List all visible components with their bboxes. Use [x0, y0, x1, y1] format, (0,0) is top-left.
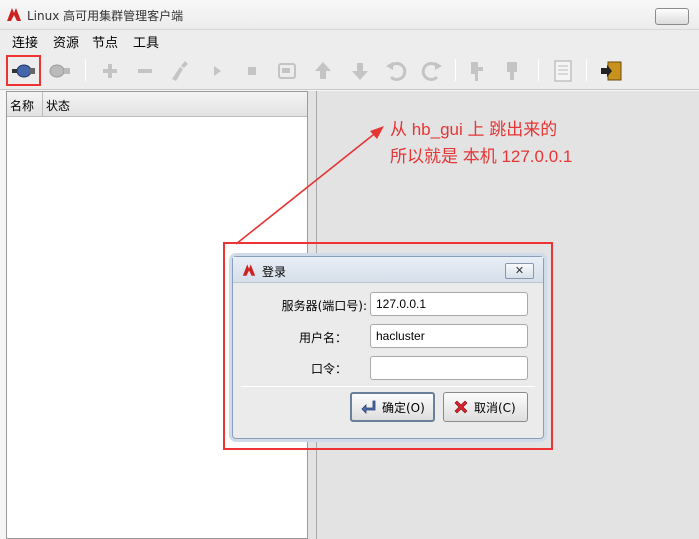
server-label: 服务器(端口号): [281, 299, 367, 313]
migrate-icon[interactable] [274, 58, 300, 84]
active-icon[interactable] [500, 58, 526, 84]
column-name[interactable]: 名称 [10, 97, 34, 114]
move-up-icon[interactable] [310, 58, 336, 84]
cancel-button-label: 取消(C) [474, 400, 516, 415]
app-logo-icon [242, 264, 256, 276]
undo-icon[interactable] [383, 58, 409, 84]
close-icon: ✕ [514, 264, 525, 277]
toolbar-separator [586, 59, 587, 81]
connect-icon[interactable] [10, 58, 36, 84]
ok-button[interactable]: 确定(O) [350, 392, 435, 422]
menu-node[interactable]: 节点 [92, 32, 118, 51]
menubar: 连接 资源 节点 工具 [0, 30, 699, 51]
cleanup-icon[interactable] [167, 58, 193, 84]
window-title: Linux 高可用集群管理客户端 [27, 9, 184, 23]
username-input[interactable] [370, 324, 528, 348]
cancel-button[interactable]: 取消(C) [443, 392, 528, 422]
server-input[interactable] [370, 292, 528, 316]
toolbar-separator [85, 59, 86, 81]
password-label: 口令： [310, 362, 347, 376]
column-divider[interactable] [42, 92, 43, 116]
stop-icon[interactable] [239, 58, 265, 84]
username-label: 用户名： [298, 331, 347, 345]
menu-connect[interactable]: 连接 [12, 32, 38, 51]
menu-resource[interactable]: 资源 [53, 32, 79, 51]
window-titlebar: Linux 高可用集群管理客户端 [0, 0, 699, 30]
toolbar [0, 51, 699, 90]
log-icon[interactable] [550, 58, 576, 84]
dialog-title: 登录 [262, 265, 287, 279]
minimize-button[interactable] [655, 8, 689, 25]
disconnect-icon[interactable] [47, 58, 73, 84]
ok-button-label: 确定(O) [382, 400, 425, 415]
remove-icon[interactable] [132, 58, 158, 84]
start-icon[interactable] [204, 58, 230, 84]
column-status[interactable]: 状态 [46, 97, 70, 114]
cancel-icon [454, 400, 468, 414]
dialog-close-button[interactable]: ✕ [505, 263, 534, 279]
tree-header: 名称 状态 [7, 92, 307, 117]
dialog-separator [241, 386, 535, 387]
confirm-icon [361, 400, 376, 414]
login-dialog: 登录 ✕ 服务器(端口号): 用户名： 口令： 确定(O) 取消(C) [232, 256, 544, 439]
toolbar-separator [538, 59, 539, 81]
annotation-line-1: 从 hb_gui 上 跳出来的 [390, 120, 558, 139]
annotation-line-2: 所以就是 本机 127.0.0.1 [390, 147, 573, 166]
menu-tools[interactable]: 工具 [133, 32, 159, 51]
exit-icon[interactable] [598, 58, 624, 84]
add-icon[interactable] [97, 58, 123, 84]
dialog-titlebar: 登录 ✕ [233, 257, 543, 283]
redo-icon[interactable] [419, 58, 445, 84]
password-input[interactable] [370, 356, 528, 380]
move-down-icon[interactable] [347, 58, 373, 84]
standby-icon[interactable] [465, 58, 491, 84]
toolbar-separator [455, 59, 456, 81]
app-logo-icon [7, 8, 21, 21]
